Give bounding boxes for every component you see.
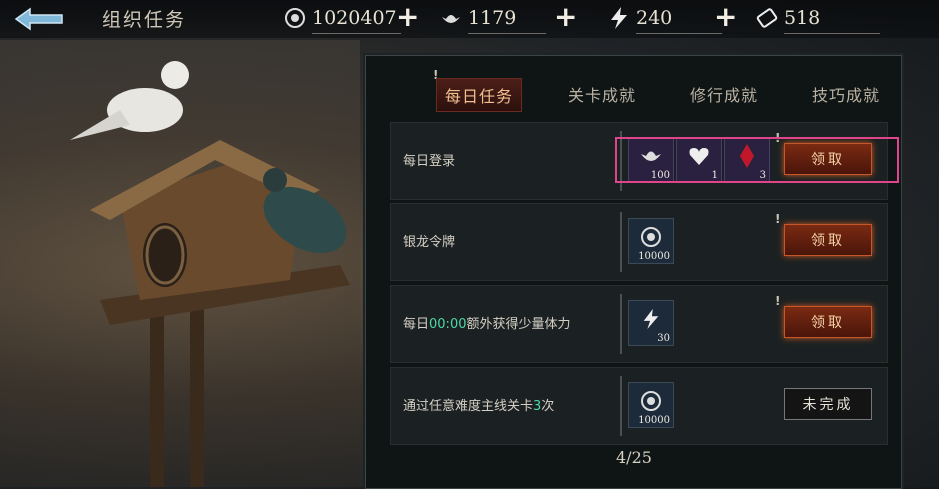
claim-button[interactable]: 领取 [784, 306, 872, 338]
divider [620, 376, 622, 436]
add-coin-button[interactable]: + [396, 3, 419, 31]
energy-value: 240 [636, 7, 673, 29]
resource-silver: 1179 [440, 5, 547, 34]
back-button[interactable] [12, 6, 68, 32]
task-name: 每日登录 [403, 154, 456, 169]
reward-qty: 10000 [638, 251, 670, 262]
reward-item[interactable]: 10000 [628, 218, 674, 264]
tab-daily[interactable]: 每日任务 [436, 78, 523, 112]
reward-item[interactable]: 30 [628, 300, 674, 346]
task-tabs: 每日任务 关卡成就 修行成就 技巧成就 [436, 78, 926, 112]
ticket-value: 518 [784, 7, 821, 29]
task-row: 每日00:00额外获得少量体力 30 ! 领取 [390, 285, 888, 363]
divider [620, 294, 622, 354]
highlight-frame [615, 137, 899, 183]
ticket-icon [756, 7, 778, 29]
back-arrow-icon [14, 7, 63, 31]
birdhouse-illustration [70, 61, 350, 487]
task-name: 每日00:00额外获得少量体力 [403, 317, 571, 332]
tab-stage[interactable]: 关卡成就 [560, 78, 644, 112]
silver-value: 1179 [468, 7, 517, 29]
resource-energy: 240 [608, 5, 723, 34]
reward-qty: 10000 [638, 415, 670, 426]
coin-value: 1020407 [312, 7, 397, 29]
divider [620, 212, 622, 272]
incomplete-button[interactable]: 未完成 [784, 388, 872, 420]
coin-icon [637, 389, 665, 413]
lightning-icon [608, 7, 630, 29]
resource-coin: 1020407 [284, 5, 401, 34]
task-row: 银龙令牌 10000 ! 领取 [390, 203, 888, 281]
page-title: 组织任务 [102, 9, 187, 31]
add-energy-button[interactable]: + [714, 3, 737, 31]
resource-ticket: 518 [756, 5, 881, 34]
tab-cultivation[interactable]: 修行成就 [682, 78, 766, 112]
coin-icon [637, 225, 665, 249]
coin-icon [284, 7, 306, 29]
page-indicator: 4/25 [616, 448, 652, 467]
alert-icon: ! [775, 212, 781, 226]
claim-button[interactable]: 领取 [784, 224, 872, 256]
alert-icon: ! [775, 294, 781, 308]
task-name: 银龙令牌 [403, 235, 456, 250]
task-row: 通过任意难度主线关卡3次 10000 未完成 [390, 367, 888, 445]
silver-ingot-icon [440, 7, 462, 29]
reward-qty: 30 [657, 333, 670, 344]
reward-item[interactable]: 10000 [628, 382, 674, 428]
task-name: 通过任意难度主线关卡3次 [403, 399, 555, 414]
lightning-icon [637, 307, 665, 331]
tab-skill[interactable]: 技巧成就 [804, 78, 888, 112]
add-silver-button[interactable]: + [554, 3, 577, 31]
